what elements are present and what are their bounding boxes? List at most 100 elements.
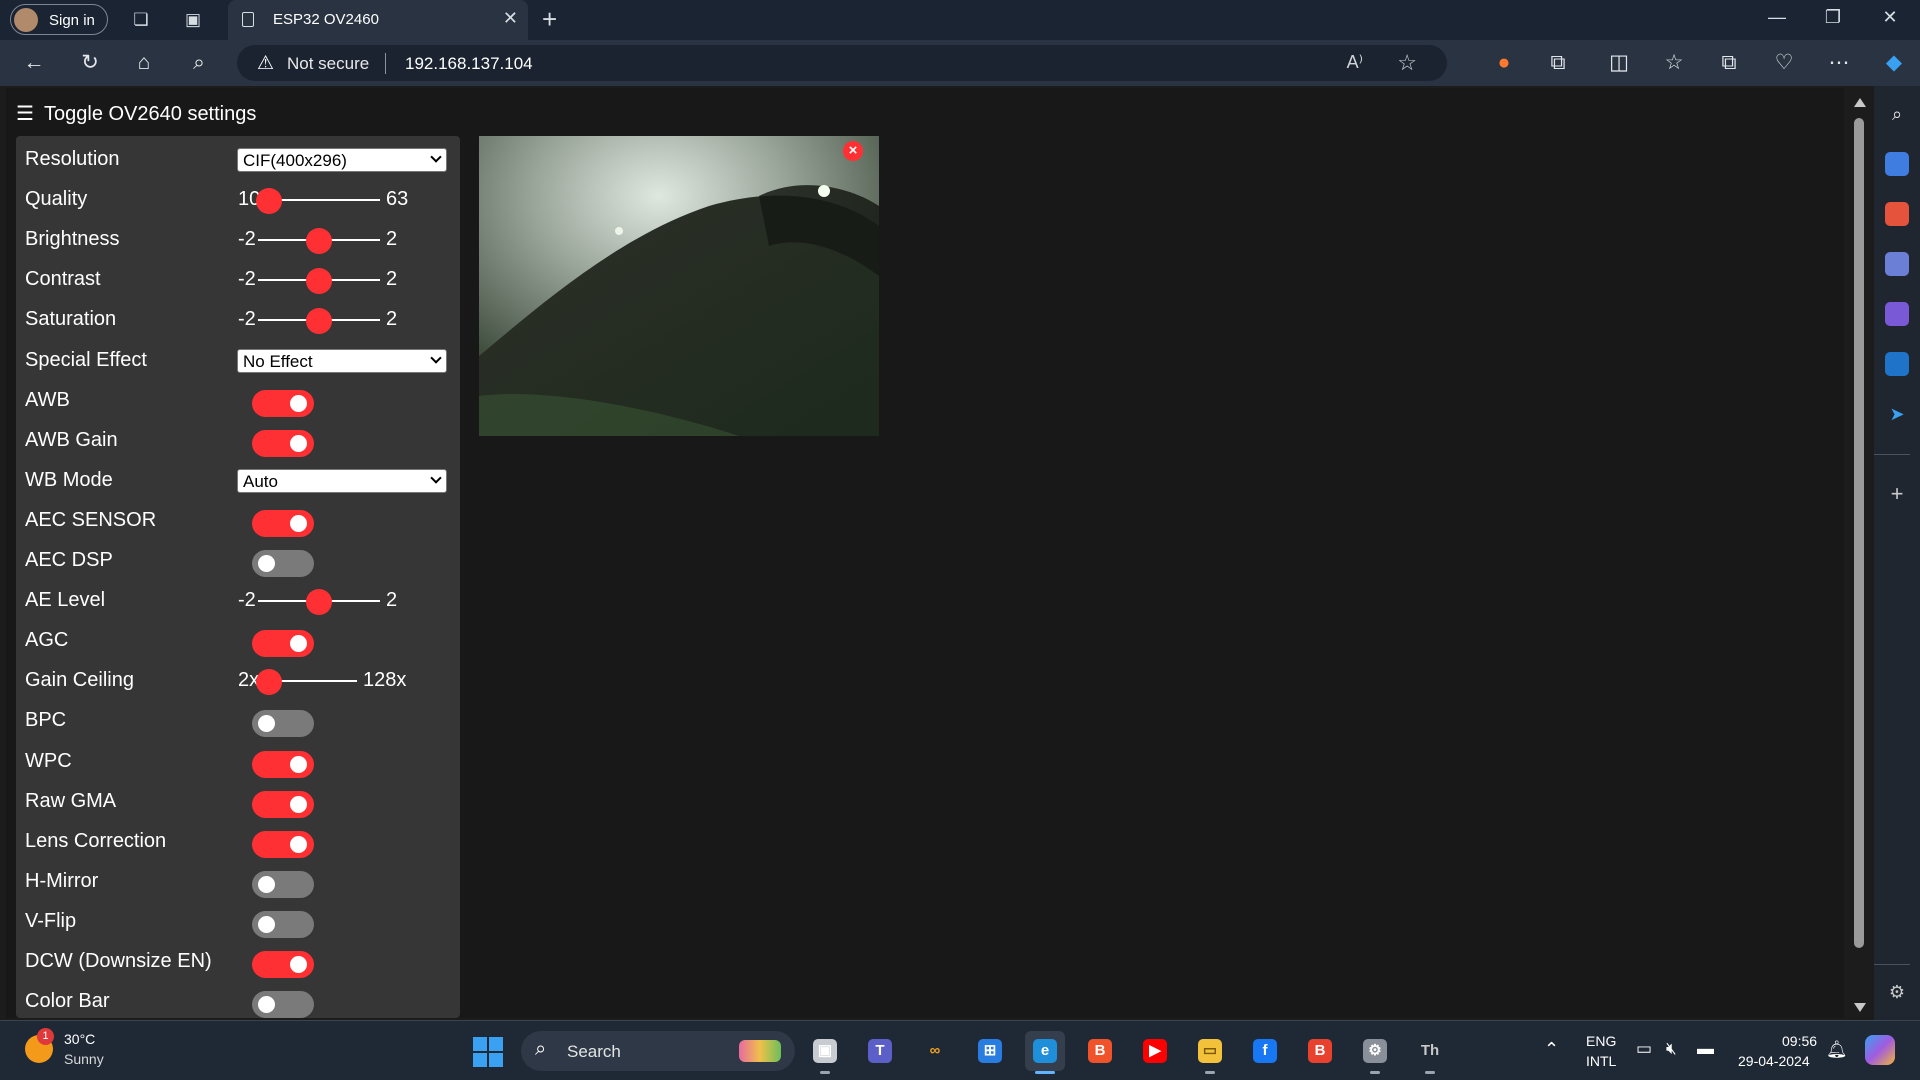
- scroll-down-arrow[interactable]: [1854, 1003, 1866, 1012]
- toggle-knob: [258, 715, 275, 733]
- aec_dsp-toggle[interactable]: [252, 550, 314, 577]
- agc-toggle[interactable]: [252, 630, 314, 658]
- home-icon[interactable]: ⌂: [131, 50, 157, 76]
- tab-esp32[interactable]: ESP32 OV2460 ✕: [228, 0, 528, 40]
- favorite-star-icon[interactable]: ☆: [1397, 50, 1417, 76]
- collections-icon[interactable]: ⧉: [1716, 50, 1742, 76]
- special_effect-select[interactable]: No Effect: [237, 348, 447, 373]
- network-icon[interactable]: ▭: [1636, 1039, 1652, 1059]
- shopping-tag-icon[interactable]: [1885, 152, 1909, 176]
- outlook-icon[interactable]: [1885, 352, 1909, 376]
- taskbar-facebook[interactable]: f: [1245, 1031, 1285, 1071]
- more-options-icon[interactable]: ⋯: [1826, 50, 1852, 76]
- setting-row-v_flip: V-Flip: [16, 902, 460, 942]
- running-indicator: [820, 1071, 830, 1074]
- lens_correction-toggle[interactable]: [252, 830, 314, 858]
- aec_sensor-toggle[interactable]: [252, 509, 314, 537]
- taskbar-text-app[interactable]: Th: [1410, 1031, 1450, 1074]
- setting-row-aec_sensor: AEC SENSOR: [16, 501, 460, 541]
- slider-thumb[interactable]: [306, 228, 332, 255]
- bpc-toggle[interactable]: [252, 710, 314, 738]
- dcw-toggle[interactable]: [252, 951, 314, 978]
- taskbar-file-explorer[interactable]: ▭: [1190, 1031, 1230, 1074]
- taskbar-brave[interactable]: B: [1080, 1031, 1120, 1071]
- awb_gain-toggle[interactable]: [252, 429, 314, 457]
- sidebar-divider: [1874, 454, 1910, 455]
- restore-icon[interactable]: ❐: [1818, 7, 1848, 28]
- battery-icon[interactable]: ▬: [1697, 1039, 1714, 1059]
- toggle-settings-label[interactable]: Toggle OV2640 settings: [44, 103, 256, 126]
- notifications-icon[interactable]: 🔔︎: [1826, 1040, 1848, 1060]
- split-screen-icon[interactable]: ◫: [1606, 50, 1632, 76]
- back-icon[interactable]: ←: [21, 50, 47, 76]
- sidebar-settings-icon[interactable]: ⚙: [1885, 980, 1909, 1004]
- h_mirror-toggle[interactable]: [252, 870, 314, 898]
- color_bar-toggle[interactable]: [252, 991, 314, 1018]
- games-icon[interactable]: [1885, 252, 1909, 276]
- wpc-toggle[interactable]: [252, 750, 314, 778]
- address-bar[interactable]: ⚠ Not secure 192.168.137.104 A⁾ ☆: [237, 45, 1447, 81]
- wb_mode-select[interactable]: Auto: [237, 468, 447, 493]
- infinity-app-icon: ∞: [923, 1039, 947, 1063]
- security-status[interactable]: Not secure: [287, 54, 369, 74]
- refresh-icon[interactable]: ↻: [77, 50, 103, 76]
- resolution-select[interactable]: CIF(400x296): [237, 148, 447, 172]
- taskbar-settings[interactable]: ⚙: [1355, 1031, 1395, 1074]
- browser-essentials-icon[interactable]: ♡: [1771, 50, 1797, 76]
- extensions-icon[interactable]: ⧉: [1545, 50, 1571, 76]
- page-scrollbar[interactable]: [1849, 86, 1871, 1020]
- menu-icon[interactable]: ☰: [16, 101, 34, 126]
- brave-rewards-icon[interactable]: ●: [1491, 50, 1517, 76]
- sidebar-search-icon[interactable]: ⌕: [1885, 102, 1909, 126]
- language-line2[interactable]: INTL: [1586, 1053, 1616, 1069]
- slider-thumb[interactable]: [306, 308, 332, 335]
- copilot-icon[interactable]: ◆: [1881, 50, 1907, 76]
- toggle-knob: [290, 755, 307, 773]
- read-aloud-icon[interactable]: A⁾: [1347, 52, 1363, 73]
- tools-icon[interactable]: [1885, 202, 1909, 226]
- slider-thumb[interactable]: [256, 188, 282, 215]
- search-icon[interactable]: ⌕: [186, 50, 212, 76]
- minimize-icon[interactable]: —: [1762, 7, 1792, 28]
- slider-thumb[interactable]: [306, 268, 332, 295]
- tray-overflow-icon[interactable]: ⌃: [1544, 1039, 1559, 1060]
- volume-muted-icon[interactable]: 🔇︎: [1666, 1039, 1677, 1059]
- scroll-up-arrow[interactable]: [1854, 98, 1866, 107]
- taskbar-brave-beta[interactable]: B: [1300, 1031, 1340, 1071]
- awb-toggle[interactable]: [252, 389, 314, 417]
- setting-row-special_effect: Special Effect No Effect: [16, 341, 460, 381]
- clock-date[interactable]: 29-04-2024: [1738, 1053, 1810, 1069]
- close-stream-button[interactable]: ×: [843, 141, 863, 161]
- taskbar-youtube[interactable]: ▶: [1135, 1031, 1175, 1071]
- taskbar-teams[interactable]: T: [860, 1031, 900, 1071]
- vertical-tabs-icon[interactable]: ▣: [182, 9, 204, 31]
- taskbar-search[interactable]: ⌕ Search: [521, 1031, 795, 1071]
- setting-row-aec_dsp: AEC DSP: [16, 541, 460, 581]
- setting-label: Color Bar: [25, 990, 110, 1013]
- clock-time[interactable]: 09:56: [1782, 1033, 1817, 1049]
- close-window-icon[interactable]: ✕: [1875, 7, 1905, 28]
- setting-row-dcw: DCW (Downsize EN): [16, 942, 460, 982]
- raw_gma-toggle[interactable]: [252, 790, 314, 818]
- workspaces-icon[interactable]: ❏: [130, 9, 152, 31]
- url-text[interactable]: 192.168.137.104: [405, 54, 533, 74]
- taskbar-microsoft-store[interactable]: ⊞: [970, 1031, 1010, 1071]
- language-line1[interactable]: ENG: [1586, 1033, 1616, 1049]
- taskbar-infinity-app[interactable]: ∞: [915, 1031, 955, 1071]
- new-tab-button[interactable]: +: [542, 4, 557, 35]
- close-tab-icon[interactable]: ✕: [503, 8, 518, 29]
- taskbar-edge[interactable]: e: [1025, 1031, 1065, 1074]
- add-icon[interactable]: +: [1885, 482, 1909, 506]
- copilot-taskbar-icon[interactable]: [1865, 1035, 1895, 1065]
- toggle-knob: [258, 875, 275, 893]
- sign-in-button[interactable]: Sign in: [10, 4, 108, 35]
- scroll-thumb[interactable]: [1854, 118, 1864, 948]
- v_flip-toggle[interactable]: [252, 910, 314, 938]
- taskbar-file-explorer-task-view[interactable]: ▣: [805, 1031, 845, 1074]
- send-icon[interactable]: ➤: [1885, 402, 1909, 426]
- slider-thumb[interactable]: [256, 669, 282, 696]
- favorites-icon[interactable]: ☆: [1661, 50, 1687, 76]
- start-button[interactable]: [473, 1037, 503, 1067]
- slider-thumb[interactable]: [306, 589, 332, 616]
- microsoft-365-icon[interactable]: [1885, 302, 1909, 326]
